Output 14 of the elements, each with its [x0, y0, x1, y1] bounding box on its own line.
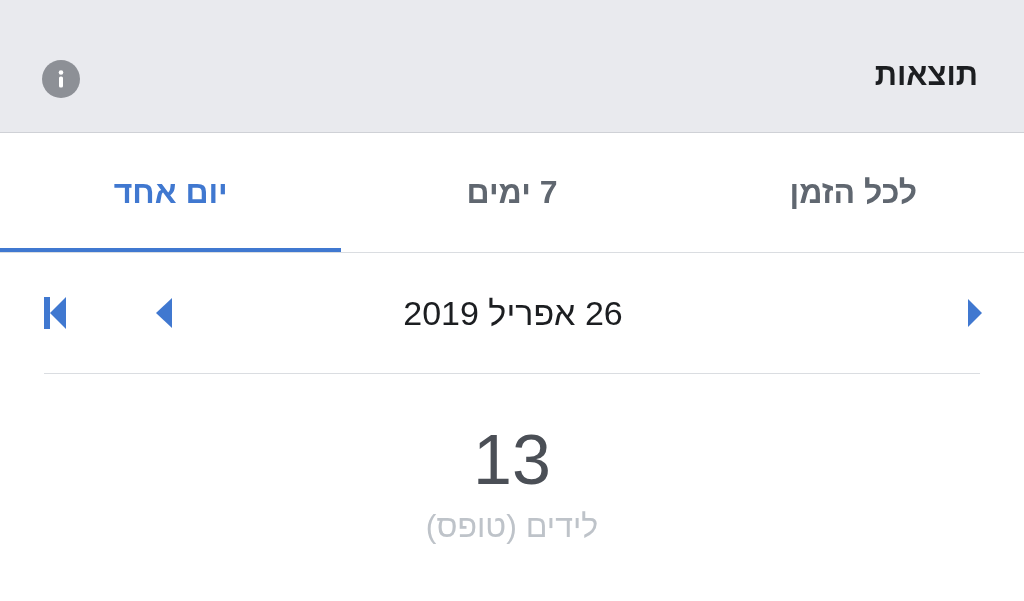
skip-end-icon: [44, 297, 66, 329]
tab[interactable]: לכל הזמן: [682, 133, 1024, 252]
tab[interactable]: 7 ימים: [341, 133, 683, 252]
metric-label: לידים (טופס): [425, 507, 599, 546]
last-button[interactable]: [44, 297, 66, 329]
date-label: 26 אפריל 2019: [403, 293, 623, 333]
triangle-left-icon: [156, 298, 172, 328]
next-button[interactable]: [156, 298, 172, 328]
metric-value: 13: [473, 420, 551, 500]
info-icon[interactable]: [42, 60, 80, 98]
header-title: תוצאות: [874, 57, 978, 93]
tab[interactable]: יום אחד: [0, 133, 342, 252]
triangle-right-icon: [968, 299, 982, 327]
previous-button[interactable]: [968, 299, 982, 327]
